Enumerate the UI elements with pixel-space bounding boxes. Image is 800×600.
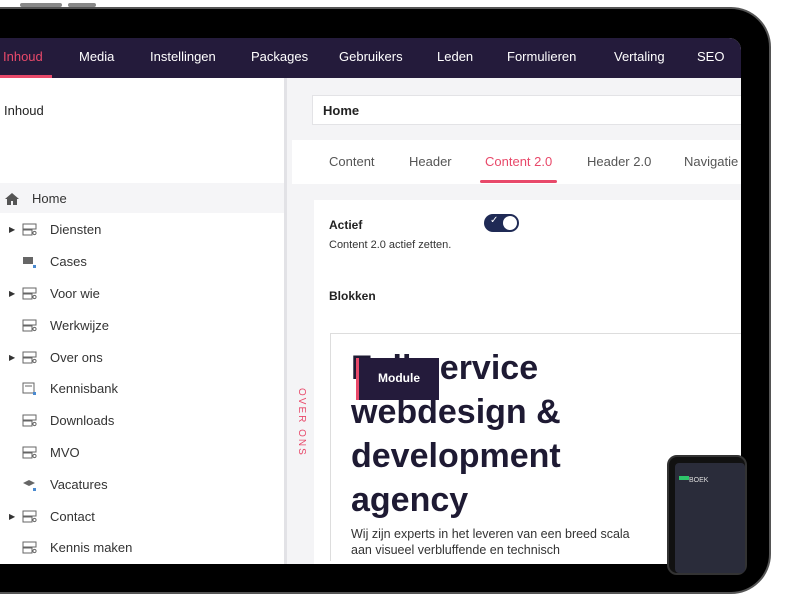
tree-item-label: Werkwijze [50,317,109,333]
tree-item[interactable]: Downloads [0,406,284,436]
tree-item[interactable]: ▶ Voor wie [0,278,284,308]
tree-item-label: Over ons [50,349,103,365]
expand-caret-icon[interactable]: ▶ [9,512,15,521]
editor-tabs: Content Header Content 2.0 Header 2.0 Na… [292,140,741,184]
tree-item[interactable]: MVO [0,437,284,467]
tree-item-label: Diensten [50,222,102,238]
preview-body: Wij zijn experts in het leveren van een … [351,527,630,557]
nav-leden[interactable]: Leden [437,49,473,64]
expand-caret-icon[interactable]: ▶ [9,225,15,234]
tree-item-label: Vacatures [50,476,108,492]
page-icon [22,287,37,300]
actief-toggle[interactable]: ✓ [484,214,519,232]
tab-content-2[interactable]: Content 2.0 [485,154,552,169]
tree-item[interactable]: ▶ Over ons [0,342,284,372]
blokken-label: Blokken [329,289,376,303]
expand-caret-icon[interactable]: ▶ [9,353,15,362]
nav-vertaling[interactable]: Vertaling [614,49,665,64]
home-icon [4,192,19,205]
tree-item[interactable]: Kennisbank [0,374,284,404]
page-icon [22,223,37,236]
phone-logo: BOEK [689,477,709,484]
tree-item[interactable]: Cases [0,247,284,277]
top-nav: Inhoud Media Instellingen Packages Gebru… [0,38,741,78]
tree-item[interactable]: ▶ Contact [0,501,284,531]
page-icon [22,414,37,427]
tree-item-label: Kennisbank [50,381,118,397]
page-icon [22,541,37,554]
page-icon [22,351,37,364]
tree-item-label: Home [32,190,67,206]
tree-item[interactable]: Vacatures [0,469,284,499]
gallery-icon [22,255,37,269]
tree-item[interactable]: Home [0,183,284,213]
cms-screen: Inhoud Media Instellingen Packages Gebru… [0,38,741,564]
tab-header-2[interactable]: Header 2.0 [587,154,651,169]
page-icon [22,319,37,332]
phone-mockup-image: BOEK [667,455,747,575]
actief-label: Actief [329,218,363,232]
content-tree: Inhoud Home ▶ Diensten Cases ▶ Voor wie Werkwi… [0,78,287,564]
nav-inhoud[interactable]: Inhoud [3,49,43,64]
active-tab-indicator [480,180,557,183]
tree-item-label: Downloads [50,413,115,429]
module-tag: Module [356,358,439,400]
tree-item[interactable]: ▶ Diensten [0,215,284,245]
tree-item-label: Voor wie [50,285,100,301]
tab-navigatie[interactable]: Navigatie [684,154,738,169]
page-icon [22,446,37,459]
tree-item-label: MVO [50,444,80,460]
page-icon [22,510,37,523]
actief-description: Content 2.0 actief zetten. [329,239,452,251]
graduation-cap-icon [22,478,37,491]
nav-gebruikers[interactable]: Gebruikers [339,49,403,64]
tab-content[interactable]: Content [329,154,375,169]
nav-seo[interactable]: SEO [697,49,724,64]
tree-item-label: Kennis maken [50,540,133,556]
node-name-input[interactable]: Home [312,95,741,125]
sidebar-title: Inhoud [4,103,44,118]
expand-caret-icon[interactable]: ▶ [9,289,15,298]
tree-item[interactable]: Werkwijze [0,310,284,340]
nav-packages[interactable]: Packages [251,49,308,64]
nav-formulieren[interactable]: Formulieren [507,49,576,64]
article-list-icon [22,382,37,396]
group-label: OVER ONS [296,388,307,457]
nav-instellingen[interactable]: Instellingen [150,49,216,64]
tab-header[interactable]: Header [409,154,452,169]
tree-item[interactable]: Kennis maken [0,533,284,563]
check-icon: ✓ [490,215,499,226]
nav-media[interactable]: Media [79,49,114,64]
tree-item-label: Contact [50,508,95,524]
tree-item-label: Cases [50,254,87,270]
